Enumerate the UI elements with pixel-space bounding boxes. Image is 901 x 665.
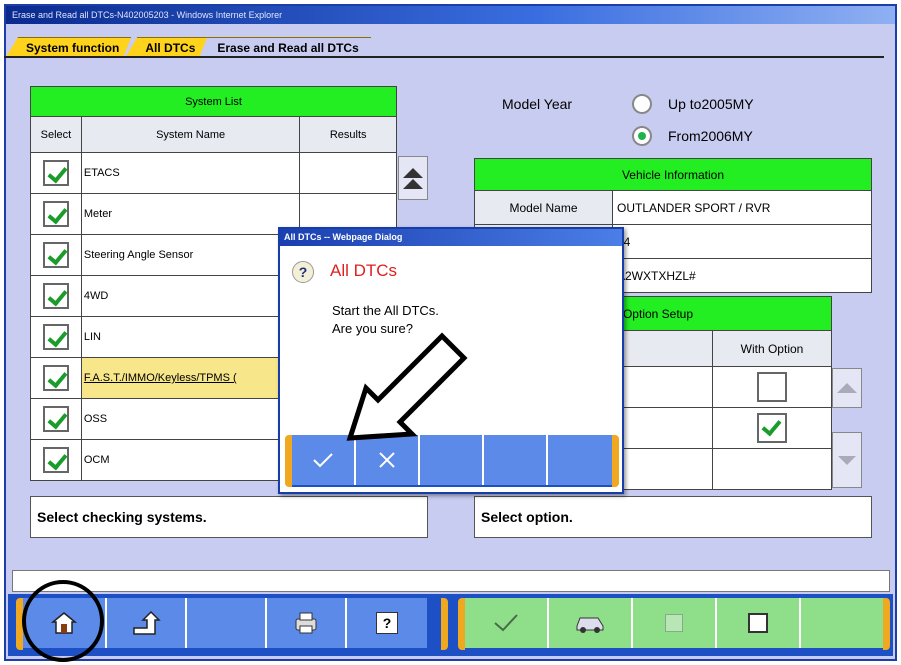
back-arrow-icon: [133, 610, 161, 635]
select-checkbox[interactable]: [42, 160, 69, 186]
printer-icon: [295, 612, 317, 634]
car-icon: [576, 617, 604, 633]
dialog-title: All DTCs -- Webpage Dialog: [280, 229, 622, 246]
annotation-arrow-icon: [346, 332, 468, 441]
col-system-name: System Name: [80, 116, 301, 153]
system-list-message: Select checking systems.: [30, 496, 428, 538]
select-checkbox[interactable]: [42, 406, 69, 432]
checkmark-icon: [313, 453, 333, 468]
system-result: [299, 152, 397, 194]
system-name-link[interactable]: F.A.S.T./IMMO/Keyless/TPMS (: [80, 357, 301, 399]
ok-button[interactable]: [465, 598, 549, 648]
vehicle-info-label: Model Name: [474, 190, 613, 225]
system-name: LIN: [80, 316, 301, 358]
col-with-option: With Option: [712, 330, 832, 367]
checkbox-checked-icon: [665, 614, 683, 632]
toolbar-empty-button[interactable]: [187, 598, 267, 648]
annotation-circle: [22, 580, 104, 662]
toolbar-group-right: [458, 598, 890, 650]
dialog-empty-button[interactable]: [484, 435, 548, 485]
vehicle-info-value: A2WXTXHZL#: [612, 258, 872, 293]
col-select: Select: [30, 116, 82, 153]
breadcrumb: System function All DTCs Erase and Read …: [6, 37, 371, 57]
radio-label: Up to2005MY: [668, 96, 754, 112]
select-checkbox[interactable]: [42, 201, 69, 227]
up-arrow-icon: [837, 383, 857, 393]
option-empty-cell: [712, 448, 832, 490]
checkbox-empty-icon: [748, 613, 768, 633]
vehicle-button[interactable]: [549, 598, 633, 648]
check-all-button[interactable]: [633, 598, 717, 648]
vehicle-info-title: Vehicle Information: [474, 158, 872, 191]
option-scroll-down-button[interactable]: [832, 432, 862, 488]
radio-from-2006[interactable]: From2006MY: [632, 126, 753, 146]
close-icon: [379, 452, 395, 468]
help-icon: ?: [376, 612, 398, 634]
breadcrumb-current: Erase and Read all DTCs: [201, 37, 371, 57]
toolbar-empty-button[interactable]: [801, 598, 883, 648]
dialog-line-1: Start the All DTCs.: [332, 303, 439, 318]
vehicle-info-value: 14: [612, 224, 872, 259]
bottom-toolbar: ?: [8, 594, 893, 656]
option-checkbox[interactable]: [757, 413, 787, 443]
select-checkbox[interactable]: [42, 447, 69, 473]
radio-button[interactable]: [632, 126, 652, 146]
radio-label: From2006MY: [668, 128, 753, 144]
col-results: Results: [299, 116, 397, 153]
system-name: ETACS: [80, 152, 301, 194]
select-checkbox[interactable]: [42, 283, 69, 309]
double-up-arrow-icon: [403, 167, 423, 189]
system-list-title: System List: [30, 86, 397, 117]
down-arrow-icon: [838, 455, 856, 465]
dialog-heading: All DTCs: [330, 261, 398, 280]
checkmark-icon: [494, 614, 518, 632]
select-checkbox[interactable]: [42, 365, 69, 391]
breadcrumb-system-function[interactable]: System function: [6, 37, 131, 57]
vehicle-info-value: OUTLANDER SPORT / RVR: [612, 190, 872, 225]
question-icon: ?: [292, 261, 314, 283]
system-list-scroll-up-button[interactable]: [398, 156, 428, 200]
help-button[interactable]: ?: [347, 598, 427, 648]
system-name: OSS: [80, 398, 301, 440]
window-title: Erase and Read all DTCs-N402005203 - Win…: [6, 6, 895, 24]
uncheck-all-button[interactable]: [717, 598, 801, 648]
radio-up-to-2005[interactable]: Up to2005MY: [632, 94, 754, 114]
status-bar: [12, 570, 890, 592]
back-button[interactable]: [107, 598, 187, 648]
radio-button[interactable]: [632, 94, 652, 114]
system-name: Steering Angle Sensor: [80, 234, 301, 276]
dialog-empty-button[interactable]: [548, 435, 612, 485]
option-checkbox[interactable]: [757, 372, 787, 402]
system-name: Meter: [80, 193, 301, 235]
select-checkbox[interactable]: [42, 242, 69, 268]
option-scroll-up-button[interactable]: [832, 368, 862, 408]
table-row: ETACS: [30, 152, 397, 194]
breadcrumb-divider: [4, 56, 884, 58]
print-button[interactable]: [267, 598, 347, 648]
system-name: OCM: [80, 439, 301, 481]
breadcrumb-all-dtcs[interactable]: All DTCs: [125, 37, 207, 57]
system-name: 4WD: [80, 275, 301, 317]
select-checkbox[interactable]: [42, 324, 69, 350]
model-year-label: Model Year: [502, 96, 573, 112]
option-message: Select option.: [474, 496, 872, 538]
